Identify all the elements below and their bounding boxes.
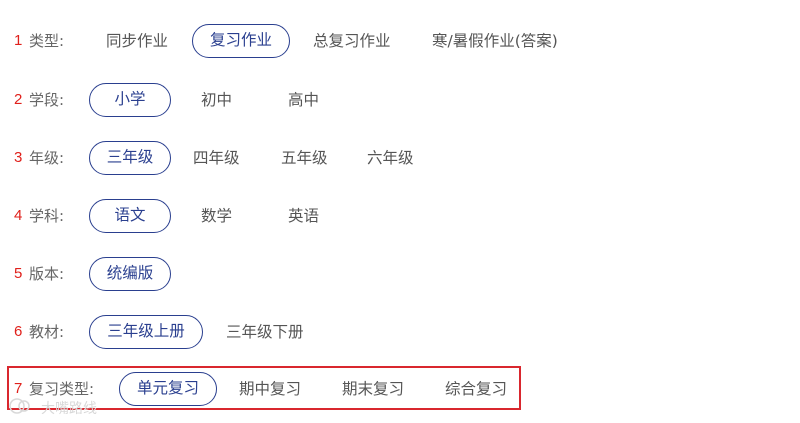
filter-row-subject: 4 学科: 语文 数学 英语 bbox=[0, 197, 800, 237]
option-junior-high[interactable]: 初中 bbox=[201, 83, 232, 117]
option-english[interactable]: 英语 bbox=[288, 199, 319, 233]
option-general-review-homework[interactable]: 总复习作业 bbox=[313, 24, 391, 58]
option-primary-school[interactable]: 小学 bbox=[89, 83, 171, 117]
option-grade-5[interactable]: 五年级 bbox=[281, 141, 328, 175]
option-grade-3-vol-2[interactable]: 三年级下册 bbox=[226, 315, 304, 349]
option-grade-3-vol-1[interactable]: 三年级上册 bbox=[89, 315, 203, 349]
step-number: 5 bbox=[14, 265, 23, 282]
option-unified-edition[interactable]: 统编版 bbox=[89, 257, 171, 291]
step-number: 7 bbox=[14, 380, 23, 397]
option-review-homework[interactable]: 复习作业 bbox=[192, 24, 290, 58]
row-label-edition: 版本: bbox=[29, 265, 65, 283]
option-math[interactable]: 数学 bbox=[201, 199, 232, 233]
option-grade-3[interactable]: 三年级 bbox=[89, 141, 171, 175]
row-label-textbook: 教材: bbox=[29, 323, 65, 341]
filter-row-textbook: 6 教材: 三年级上册 三年级下册 bbox=[0, 313, 800, 353]
step-number: 6 bbox=[14, 323, 23, 340]
option-holiday-homework[interactable]: 寒/暑假作业(答案) bbox=[432, 24, 558, 58]
step-number: 1 bbox=[14, 32, 23, 49]
option-comprehensive-review[interactable]: 综合复习 bbox=[445, 372, 507, 406]
filter-row-grade: 3 年级: 三年级 四年级 五年级 六年级 bbox=[0, 139, 800, 179]
option-grade-6[interactable]: 六年级 bbox=[367, 141, 414, 175]
filter-row-review-type: 7 复习类型: 单元复习 期中复习 期末复习 综合复习 bbox=[0, 370, 800, 410]
step-number: 2 bbox=[14, 91, 23, 108]
option-grade-4[interactable]: 四年级 bbox=[193, 141, 240, 175]
row-label-grade: 年级: bbox=[29, 149, 65, 167]
option-midterm-review[interactable]: 期中复习 bbox=[239, 372, 301, 406]
option-final-review[interactable]: 期末复习 bbox=[342, 372, 404, 406]
option-chinese[interactable]: 语文 bbox=[89, 199, 171, 233]
filter-row-stage: 2 学段: 小学 初中 高中 bbox=[0, 81, 800, 121]
row-label-stage: 学段: bbox=[29, 91, 65, 109]
filter-row-edition: 5 版本: 统编版 bbox=[0, 255, 800, 295]
row-label-type: 类型: bbox=[29, 32, 65, 50]
option-unit-review[interactable]: 单元复习 bbox=[119, 372, 217, 406]
step-number: 3 bbox=[14, 149, 23, 166]
step-number: 4 bbox=[14, 207, 23, 224]
filter-row-type: 1 类型: 同步作业 复习作业 总复习作业 寒/暑假作业(答案) bbox=[0, 22, 800, 62]
row-label-review-type: 复习类型: bbox=[29, 380, 95, 398]
option-senior-high[interactable]: 高中 bbox=[288, 83, 319, 117]
row-label-subject: 学科: bbox=[29, 207, 65, 225]
option-sync-homework[interactable]: 同步作业 bbox=[106, 24, 168, 58]
